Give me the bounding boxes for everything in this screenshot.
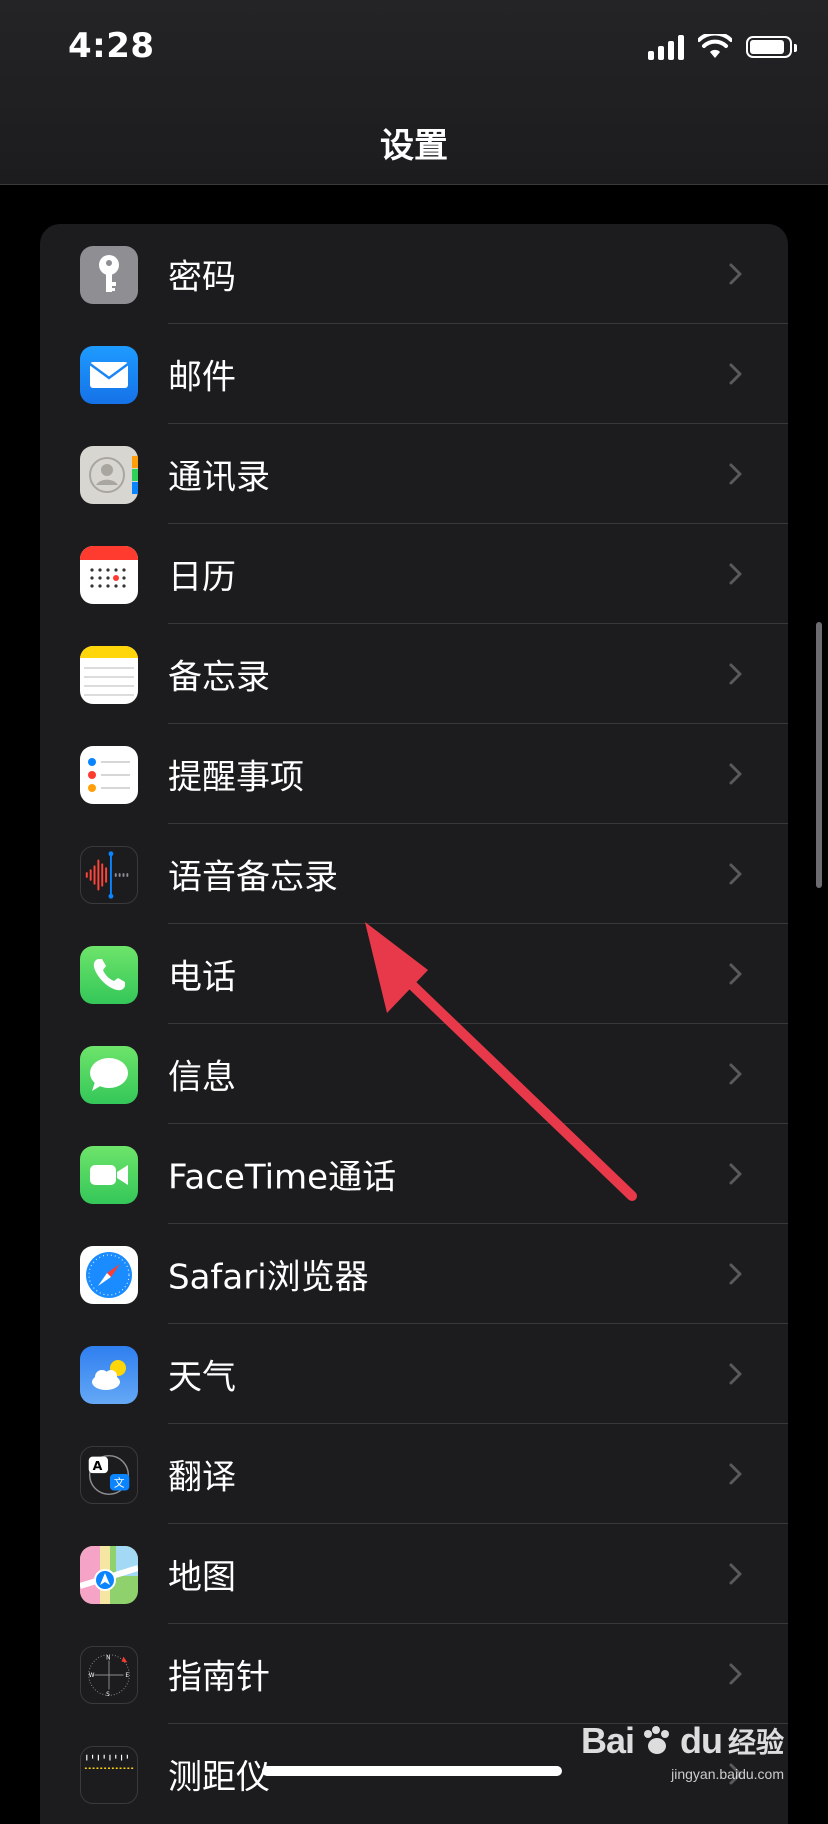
chevron-right-icon (729, 1163, 742, 1185)
settings-row-label: 提醒事项 (168, 757, 304, 798)
chevron-right-icon (729, 763, 742, 785)
chevron-right-icon (729, 1363, 742, 1385)
contacts-icon (80, 446, 138, 504)
watermark-brand: Bai (580, 1720, 635, 1761)
settings-list: 密码 邮件 通讯录 日历 备忘录 提醒事项 语音备忘录 电话 信息 FaceTi… (40, 224, 788, 1824)
settings-row-notes[interactable]: 备忘录 (40, 624, 788, 724)
safari-icon (80, 1246, 138, 1304)
settings-row-label: 备忘录 (168, 657, 270, 698)
voice-memos-icon (80, 846, 138, 904)
watermark-brand-suffix: du (680, 1720, 723, 1761)
settings-row-maps[interactable]: 地图 (40, 1524, 788, 1624)
settings-row-label: Safari浏览器 (168, 1257, 369, 1298)
chevron-right-icon (729, 1463, 742, 1485)
chevron-right-icon (729, 563, 742, 585)
navigation-bar: 4:28 设置 (0, 0, 828, 185)
settings-row-label: 日历 (168, 557, 236, 598)
wifi-icon (698, 34, 732, 58)
notes-icon (80, 646, 138, 704)
watermark: Bai du 经验 jingyan.baidu.com (580, 1720, 784, 1782)
settings-row-label: 密码 (168, 257, 236, 298)
scrollbar[interactable] (816, 622, 822, 888)
phone-icon (80, 946, 138, 1004)
svg-text:S: S (106, 1692, 110, 1698)
settings-row-label: 天气 (168, 1357, 236, 1398)
chevron-right-icon (729, 1263, 742, 1285)
home-indicator[interactable] (262, 1766, 562, 1776)
translate-icon: A文 (80, 1446, 138, 1504)
chevron-right-icon (729, 663, 742, 685)
settings-row-label: 语音备忘录 (168, 857, 338, 898)
settings-row-label: 电话 (168, 957, 236, 998)
paw-icon (644, 1726, 669, 1754)
settings-row-facetime[interactable]: FaceTime通话 (40, 1124, 788, 1224)
mail-icon (80, 346, 138, 404)
reminders-icon (80, 746, 138, 804)
chevron-right-icon (729, 1663, 742, 1685)
settings-row-label: 地图 (168, 1557, 236, 1598)
battery-level (750, 40, 785, 54)
compass-icon: N S W E (80, 1646, 138, 1704)
settings-row-label: 通讯录 (168, 457, 270, 498)
chevron-right-icon (729, 963, 742, 985)
settings-row-weather[interactable]: 天气 (40, 1324, 788, 1424)
battery-icon (746, 36, 797, 58)
settings-row-label: 指南针 (168, 1657, 270, 1698)
page-title: 设置 (380, 126, 448, 166)
settings-row-compass[interactable]: N S W E 指南针 (40, 1624, 788, 1724)
svg-text:A: A (93, 1458, 103, 1473)
messages-icon (80, 1046, 138, 1104)
svg-text:E: E (125, 1673, 129, 1679)
settings-row-label: 信息 (168, 1057, 236, 1098)
watermark-url: jingyan.baidu.com (671, 1766, 784, 1782)
settings-row-mail[interactable]: 邮件 (40, 324, 788, 424)
settings-row-reminders[interactable]: 提醒事项 (40, 724, 788, 824)
status-time: 4:28 (68, 26, 155, 66)
settings-row-translate[interactable]: A文 翻译 (40, 1424, 788, 1524)
svg-text:W: W (89, 1673, 95, 1679)
settings-row-voice-memos[interactable]: 语音备忘录 (40, 824, 788, 924)
maps-icon (80, 1546, 138, 1604)
status-icons (648, 34, 797, 60)
calendar-icon (80, 546, 138, 604)
settings-row-calendar[interactable]: 日历 (40, 524, 788, 624)
measure-icon (80, 1746, 138, 1804)
watermark-text: 经验 (727, 1726, 784, 1759)
chevron-right-icon (729, 1563, 742, 1585)
weather-icon (80, 1346, 138, 1404)
chevron-right-icon (729, 363, 742, 385)
chevron-right-icon (729, 1063, 742, 1085)
chevron-right-icon (729, 463, 742, 485)
settings-row-label: FaceTime通话 (168, 1157, 397, 1198)
settings-row-messages[interactable]: 信息 (40, 1024, 788, 1124)
settings-row-phone[interactable]: 电话 (40, 924, 788, 1024)
settings-row-label: 邮件 (168, 357, 236, 398)
settings-row-label: 测距仪 (168, 1757, 270, 1798)
chevron-right-icon (729, 263, 742, 285)
settings-row-contacts[interactable]: 通讯录 (40, 424, 788, 524)
svg-text:文: 文 (114, 1477, 125, 1490)
chevron-right-icon (729, 863, 742, 885)
cellular-signal-icon (648, 34, 684, 60)
key-icon (80, 246, 138, 304)
settings-row-label: 翻译 (168, 1457, 236, 1498)
settings-row-passwords[interactable]: 密码 (40, 224, 788, 324)
facetime-icon (80, 1146, 138, 1204)
svg-text:N: N (106, 1656, 110, 1662)
settings-row-safari[interactable]: Safari浏览器 (40, 1224, 788, 1324)
